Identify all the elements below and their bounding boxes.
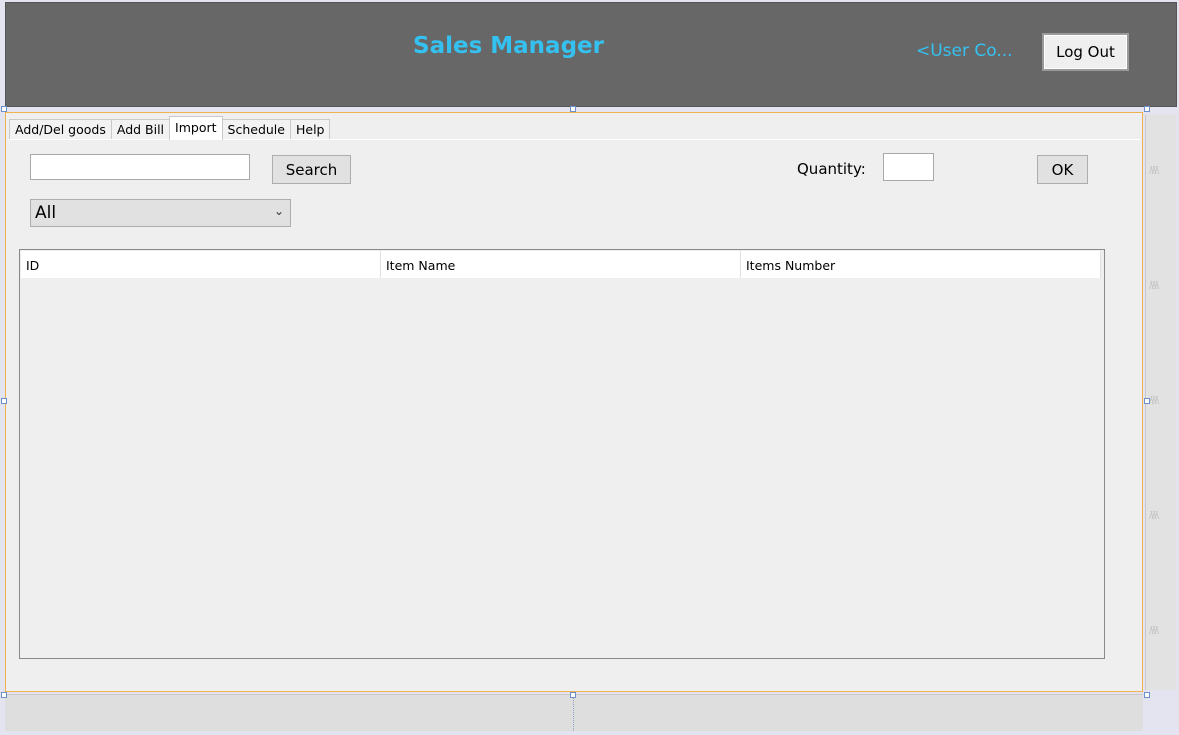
status-panel — [5, 694, 1143, 731]
user-account-link[interactable]: <User Co... — [916, 41, 1013, 61]
resize-handle[interactable] — [1, 692, 7, 698]
filter-select-value: All — [35, 203, 57, 223]
resize-handle[interactable] — [1, 398, 7, 404]
resize-handle[interactable] — [570, 692, 576, 698]
app-header: Sales Manager <User Co... Log Out — [5, 2, 1177, 107]
quantity-input[interactable] — [883, 153, 934, 181]
main-panel: Add/Del goods Add Bill Import Schedule H… — [5, 112, 1143, 692]
column-header-item-name[interactable]: Item Name — [381, 251, 741, 278]
chevron-down-icon: ⌄ — [273, 204, 284, 218]
resize-handle[interactable] — [1144, 106, 1150, 112]
resize-grip-icon: /\/\/\ — [1149, 280, 1159, 291]
tab-schedule[interactable]: Schedule — [221, 119, 291, 140]
ok-button[interactable]: OK — [1037, 155, 1088, 184]
column-header-items-number[interactable]: Items Number — [741, 251, 1101, 278]
items-table[interactable]: ID Item Name Items Number — [19, 249, 1105, 659]
resize-grip-icon: /\/\/\ — [1149, 510, 1159, 521]
resize-handle[interactable] — [1, 106, 7, 112]
resize-grip-icon: /\/\/\ — [1149, 165, 1159, 176]
resize-handle[interactable] — [570, 106, 576, 112]
column-header-id[interactable]: ID — [21, 251, 381, 278]
quantity-label: Quantity: — [797, 160, 866, 178]
tab-import[interactable]: Import — [169, 116, 223, 140]
resize-handle[interactable] — [1144, 692, 1150, 698]
tab-add-bill[interactable]: Add Bill — [110, 119, 171, 140]
tab-help[interactable]: Help — [289, 119, 331, 140]
tab-strip: Add/Del goods Add Bill Import Schedule H… — [9, 116, 331, 140]
filter-select[interactable]: All ⌄ — [30, 199, 291, 227]
table-header: ID Item Name Items Number — [21, 251, 1103, 278]
app-title: Sales Manager — [413, 33, 604, 59]
resize-grip-icon: /\/\/\ — [1149, 625, 1159, 636]
tab-add-del-goods[interactable]: Add/Del goods — [9, 119, 112, 140]
search-input[interactable] — [30, 154, 250, 180]
resize-handle[interactable] — [1144, 398, 1150, 404]
search-button[interactable]: Search — [272, 155, 351, 184]
resize-grip-icon: /\/\/\ — [1149, 395, 1159, 406]
splitter[interactable] — [573, 695, 574, 731]
logout-button[interactable]: Log Out — [1042, 33, 1129, 71]
